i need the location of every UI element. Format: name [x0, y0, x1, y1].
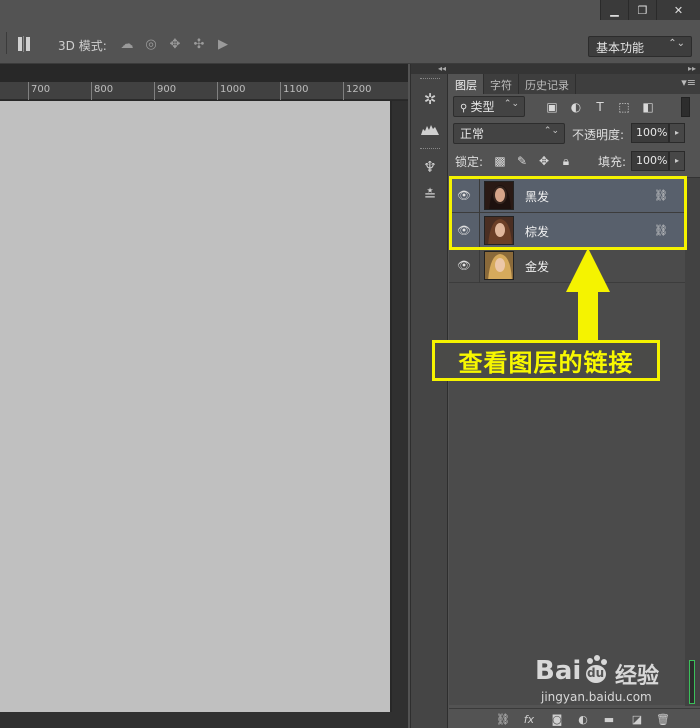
- title-bar: ▁ ❐ ✕: [0, 0, 700, 22]
- eye-icon[interactable]: 👁︎: [455, 256, 473, 274]
- distribute-icon[interactable]: [17, 36, 33, 52]
- fill-input[interactable]: 100%: [631, 151, 669, 171]
- histogram-icon[interactable]: [419, 118, 441, 140]
- watermark-brand: Bai: [535, 656, 582, 686]
- ruler-label: 1200: [346, 84, 372, 95]
- opacity-input[interactable]: 100%: [631, 123, 669, 143]
- panel-menu-icon[interactable]: ▾≡: [681, 76, 696, 89]
- navigator-icon[interactable]: ✲: [419, 88, 441, 110]
- ruler-label: 1100: [283, 84, 309, 95]
- lock-all-icon[interactable]: 🔒︎: [559, 154, 573, 168]
- callout-box: 查看图层的链接: [432, 340, 660, 381]
- lock-transparent-icon[interactable]: ▩: [493, 154, 507, 168]
- adjustment-filter-icon[interactable]: ◐: [568, 99, 584, 115]
- dock-grip[interactable]: [420, 148, 440, 150]
- close-button[interactable]: ✕: [656, 0, 700, 20]
- baidu-watermark: Bai du 经验 jingyan.baidu.com: [535, 654, 695, 710]
- ruler-tick: [217, 82, 218, 100]
- callout-text: 查看图层的链接: [458, 349, 634, 377]
- pan-icon[interactable]: ✥: [166, 35, 184, 53]
- adjustments-icon[interactable]: ≛: [419, 184, 441, 206]
- restore-button[interactable]: ❐: [628, 0, 656, 20]
- layers-bottom-bar: ⛓︎ fx ◙ ◐ ▬ ◪ 🗑︎: [449, 708, 700, 728]
- mask-icon[interactable]: ◙: [549, 711, 565, 727]
- trash-icon[interactable]: 🗑︎: [655, 711, 671, 727]
- divider: [479, 248, 480, 283]
- dock-grip[interactable]: [420, 78, 440, 80]
- divider: [6, 32, 7, 54]
- filter-kind-label: 类型: [470, 100, 495, 114]
- lock-label: 锁定:: [455, 155, 484, 169]
- window-controls: ▁ ❐ ✕: [600, 0, 700, 20]
- 3d-mode-tools: ☁ ◎ ✥ ✣ ▶: [118, 35, 232, 53]
- lock-paint-icon[interactable]: ✎: [515, 154, 529, 168]
- vertical-scrollbar[interactable]: [392, 101, 408, 712]
- tab-history[interactable]: 历史记录: [519, 74, 576, 94]
- ruler-label: 900: [157, 84, 177, 95]
- panel-dock: ◂◂ ✲ ♆ ≛: [410, 64, 449, 728]
- watermark-du: du: [587, 666, 605, 680]
- roll-icon[interactable]: ◎: [142, 35, 160, 53]
- layers-panel: ▸▸ 图层 字符 历史记录 ▾≡ ⚲ 类型 ⌃⌄ ▣ ◐ T ⬚ ◧ 正常 ⌃⌄…: [449, 64, 700, 728]
- slide-icon[interactable]: ✣: [190, 35, 208, 53]
- 3d-mode-label: 3D 模式:: [58, 39, 107, 53]
- horizontal-ruler: 700 800 900 1000 1100 1200: [0, 82, 408, 100]
- search-icon: ⚲: [460, 103, 471, 114]
- layer-name[interactable]: 金发: [525, 258, 549, 275]
- ruler-tick: [91, 82, 92, 100]
- canvas[interactable]: [0, 101, 390, 712]
- shape-filter-icon[interactable]: ⬚: [616, 99, 632, 115]
- lock-position-icon[interactable]: ✥: [537, 154, 551, 168]
- orbit-icon[interactable]: ☁: [118, 35, 136, 53]
- camera-icon[interactable]: ▶: [214, 35, 232, 53]
- fx-icon[interactable]: fx: [521, 711, 537, 727]
- ruler-tick: [280, 82, 281, 100]
- link-layers-icon[interactable]: ⛓︎: [495, 711, 511, 727]
- linked-layers-highlight: [449, 176, 687, 250]
- layers-scrollbar[interactable]: [685, 178, 700, 706]
- horizontal-scrollbar[interactable]: [0, 712, 408, 728]
- tab-layers[interactable]: 图层: [449, 74, 484, 94]
- chevron-down-icon: ⌃⌄: [668, 38, 685, 49]
- new-layer-icon[interactable]: ◪: [629, 711, 645, 727]
- filter-toggle[interactable]: [681, 97, 690, 117]
- ruler-label: 1000: [220, 84, 246, 95]
- blend-mode-select[interactable]: 正常 ⌃⌄: [453, 123, 565, 144]
- smart-object-filter-icon[interactable]: ◧: [640, 99, 656, 115]
- arrow-up-icon: [566, 248, 610, 343]
- ruler-tick: [154, 82, 155, 100]
- brushes-icon[interactable]: ♆: [419, 156, 441, 178]
- pixel-filter-icon[interactable]: ▣: [544, 99, 560, 115]
- opacity-dropdown-icon[interactable]: ▸: [669, 123, 685, 143]
- panel-tabs: 图层 字符 历史记录: [449, 74, 700, 94]
- blend-mode-label: 正常: [460, 127, 485, 141]
- chevron-down-icon: ⌃⌄: [503, 99, 519, 109]
- document-area: 700 800 900 1000 1100 1200: [0, 64, 408, 728]
- workspace-label: 基本功能: [596, 41, 645, 55]
- layer-thumbnail: [484, 251, 514, 280]
- blend-row: 正常 ⌃⌄ 不透明度: 100% ▸: [453, 123, 697, 145]
- collapse-icon[interactable]: ◂◂: [411, 64, 449, 74]
- expand-icon[interactable]: ▸▸: [449, 64, 700, 74]
- type-filter-icon[interactable]: T: [592, 99, 608, 115]
- watermark-cn: 经验: [615, 664, 660, 689]
- lock-row: 锁定: ▩ ✎ ✥ 🔒︎ 填充: 100% ▸: [453, 151, 697, 173]
- watermark-url: jingyan.baidu.com: [541, 690, 652, 704]
- workspace-select[interactable]: 基本功能 ⌃⌄: [588, 36, 692, 57]
- opacity-label: 不透明度:: [572, 128, 625, 142]
- options-bar: 3D 模式: ☁ ◎ ✥ ✣ ▶ 基本功能 ⌃⌄: [0, 22, 700, 64]
- ruler-tick: [28, 82, 29, 100]
- chevron-down-icon: ⌃⌄: [543, 126, 559, 136]
- ruler-label: 700: [31, 84, 51, 95]
- fill-dropdown-icon[interactable]: ▸: [669, 151, 685, 171]
- fill-label: 填充:: [598, 155, 627, 169]
- minimize-button[interactable]: ▁: [600, 0, 628, 20]
- group-folder-icon[interactable]: ▬: [601, 711, 617, 727]
- filter-row: ⚲ 类型 ⌃⌄ ▣ ◐ T ⬚ ◧: [453, 96, 697, 118]
- filter-kind-select[interactable]: ⚲ 类型 ⌃⌄: [453, 96, 525, 117]
- adjustment-icon[interactable]: ◐: [575, 711, 591, 727]
- ruler-label: 800: [94, 84, 114, 95]
- tab-character[interactable]: 字符: [484, 74, 519, 94]
- ruler-tick: [343, 82, 344, 100]
